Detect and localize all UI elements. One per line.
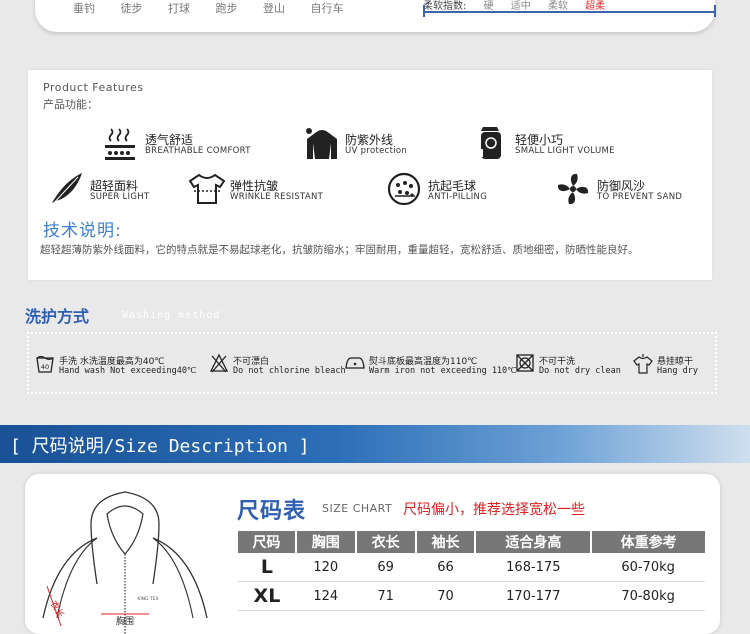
- table-row: L 120 69 66 168-175 60-70kg: [238, 553, 705, 582]
- size-table-header-row: 尺码 胸围 衣长 袖长 适合身高 体重参考: [238, 531, 705, 553]
- hang-dry-icon: [633, 354, 653, 374]
- activity-list: 垂钓 徒步 打球 跑步 登山 自行车: [73, 0, 366, 16]
- product-features-card: Product Features 产品功能： 透气舒适 BREATHABLE C…: [28, 70, 712, 280]
- wash-en: Do not chlorine bleach: [233, 366, 346, 376]
- anti-pilling-icon: [387, 172, 421, 206]
- no-bleach-icon: [209, 353, 229, 373]
- feather-icon: [51, 173, 82, 206]
- softness-scale-line: [423, 11, 715, 13]
- tech-title: 技术说明:: [43, 221, 122, 241]
- washing-subtitle: Washing method: [122, 310, 221, 321]
- pouch-icon: [479, 127, 501, 159]
- hand-wash-icon: 40: [36, 355, 54, 373]
- weight-col-header: 体重参考: [591, 531, 705, 553]
- chest-cell: 120: [295, 553, 356, 582]
- table-row: XL 124 71 70 170-177 70-80kg: [238, 581, 705, 611]
- size-chart-card: KING TEX 衣长 胸围 尺码表 SIZE CHART 尺码偏小，推荐选择宽…: [25, 474, 720, 634]
- wash-en: Hand wash Not exceeding40℃: [59, 366, 197, 376]
- sleeve-col-header: 袖长: [415, 531, 477, 553]
- size-table: 尺码 胸围 衣长 袖长 适合身高 体重参考 L 120 69 66 168-17…: [238, 531, 705, 611]
- feature-en: BREATHABLE COMFORT: [145, 146, 251, 156]
- length-cell: 69: [355, 553, 416, 582]
- wash-en: Warm iron not exceeding 110℃: [369, 366, 517, 376]
- washing-instructions: 40 手洗 水洗温度最高为40℃ Hand wash Not exceeding…: [27, 332, 717, 394]
- height-cell: 170-177: [475, 581, 592, 611]
- activity-label: 垂钓: [73, 2, 95, 15]
- size-banner: [ 尺码说明/Size Description ]: [0, 425, 750, 463]
- height-col-header: 适合身高: [475, 531, 593, 553]
- wash-en: Do not dry clean: [539, 366, 621, 376]
- sleeve-cell: 66: [415, 553, 476, 582]
- fan-icon: [557, 173, 589, 205]
- iron-icon: [345, 357, 365, 369]
- height-cell: 168-175: [475, 553, 592, 582]
- sleeve-cell: 70: [415, 581, 476, 611]
- wash-temp-badge: 40: [41, 363, 49, 371]
- size-recommendation-note: 尺码偏小，推荐选择宽松一些: [403, 502, 585, 518]
- chest-col-header: 胸围: [295, 531, 357, 553]
- feature-en: TO PREVENT SAND: [597, 192, 683, 202]
- feature-en: SMALL LIGHT VOLUME: [515, 146, 615, 156]
- activity-label: 跑步: [215, 2, 238, 15]
- jacket-outline-illustration: KING TEX 衣长 胸围: [42, 491, 208, 634]
- softness-scale-tick: [714, 5, 716, 17]
- weight-cell: 70-80kg: [591, 581, 705, 611]
- size-cell: XL: [238, 581, 296, 611]
- softness-scale-tick: [423, 5, 425, 17]
- activity-label: 自行车: [310, 2, 344, 15]
- tech-description: 超轻超薄防紫外线面料，它的特点就是不易起球老化，抗皱防缩水；牢固耐用，重量超轻，…: [40, 244, 639, 256]
- size-chart-label: SIZE CHART: [322, 502, 393, 515]
- feature-en: UV protection: [345, 146, 408, 156]
- weight-cell: 60-70kg: [591, 553, 705, 582]
- chest-cell: 124: [295, 581, 356, 611]
- features-heading-en: Product Features: [43, 81, 144, 94]
- wash-en: Hang dry: [657, 366, 698, 376]
- size-chart-title: 尺码表: [237, 499, 307, 524]
- chest-label: 胸围: [116, 615, 134, 627]
- uv-jacket-icon: [306, 128, 337, 159]
- activity-label: 打球: [168, 2, 190, 15]
- breathable-icon: [105, 128, 135, 160]
- activity-label: 登山: [263, 2, 285, 15]
- size-col-header: 尺码: [238, 531, 297, 553]
- stretch-shirt-icon: [188, 173, 226, 204]
- activity-strip: 垂钓 徒步 打球 跑步 登山 自行车 柔软指数: 硬 适中 柔软 超柔: [35, 0, 716, 32]
- washing-title: 洗护方式: [25, 307, 90, 326]
- sleeve-length-label: 衣长: [47, 599, 66, 621]
- no-dry-clean-icon: [516, 354, 534, 372]
- size-cell: L: [238, 553, 296, 582]
- feature-en: SUPER LIGHT: [90, 192, 150, 202]
- feature-en: ANTI-PILLING: [428, 192, 488, 202]
- feature-en: WRINKLE RESISTANT: [230, 192, 324, 202]
- svg-text:KING TEX: KING TEX: [137, 596, 158, 602]
- length-col-header: 衣长: [355, 531, 417, 553]
- features-heading-zh: 产品功能：: [43, 98, 98, 111]
- activity-label: 徒步: [120, 2, 143, 15]
- length-cell: 71: [355, 581, 416, 611]
- size-banner-title: [ 尺码说明/Size Description ]: [10, 436, 310, 457]
